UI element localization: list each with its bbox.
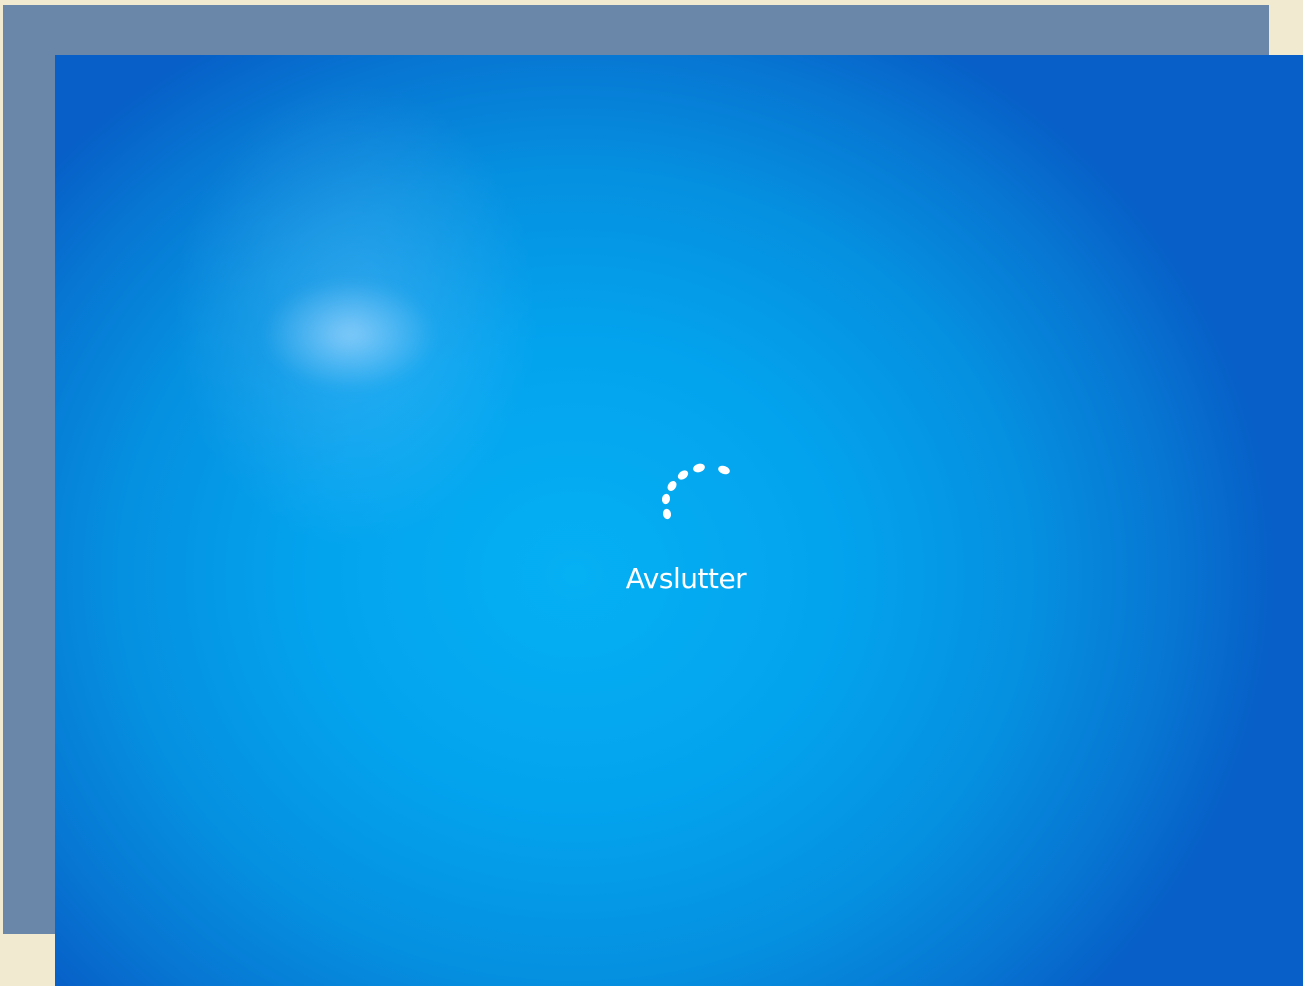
status-text: Avslutter — [625, 562, 747, 595]
screen-glare — [265, 280, 435, 390]
shutdown-screen: Avslutter — [55, 55, 1303, 986]
loading-dots-icon — [661, 463, 730, 520]
